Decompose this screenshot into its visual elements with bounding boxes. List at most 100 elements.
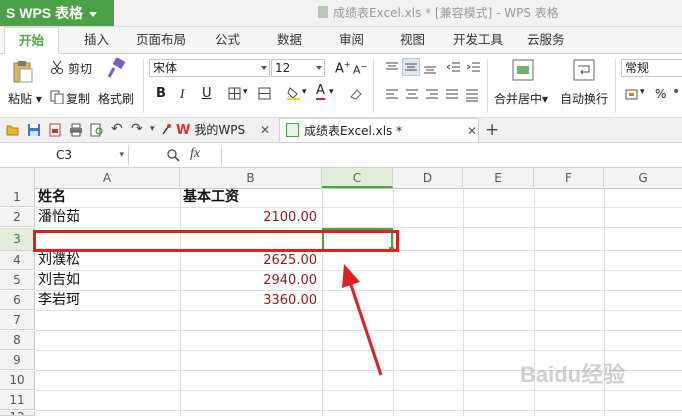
wps-app-menu-button[interactable]: S WPS 表格 bbox=[0, 0, 114, 26]
decrease-font-icon[interactable]: A− bbox=[353, 62, 367, 77]
cell-a4[interactable]: 刘濮松 bbox=[38, 251, 80, 270]
pin-icon[interactable] bbox=[160, 123, 174, 137]
increase-font-icon[interactable]: A+ bbox=[335, 60, 351, 76]
print-icon[interactable] bbox=[69, 123, 83, 137]
underline-icon[interactable]: U bbox=[202, 86, 212, 101]
column-header-a[interactable]: A bbox=[35, 168, 180, 188]
fill-color-icon[interactable] bbox=[287, 86, 301, 100]
row-header-9[interactable]: 9 bbox=[0, 351, 35, 370]
wrap-text-button[interactable]: 自动换行 bbox=[560, 90, 608, 107]
row-header-6[interactable]: 6 bbox=[0, 291, 35, 310]
save-icon[interactable] bbox=[27, 123, 41, 137]
row-header-1[interactable]: 1 bbox=[0, 188, 35, 207]
row-header-4[interactable]: 4 bbox=[0, 251, 35, 270]
justify-icon[interactable] bbox=[445, 88, 459, 102]
merge-cells-icon[interactable] bbox=[258, 87, 272, 101]
cell-b1[interactable]: 基本工资 bbox=[183, 188, 239, 207]
cell-a6[interactable]: 李岩珂 bbox=[38, 291, 80, 310]
font-size-select[interactable]: 12 bbox=[271, 59, 325, 77]
select-all-corner[interactable] bbox=[0, 168, 35, 188]
cell-b6[interactable]: 3360.00 bbox=[180, 291, 317, 310]
decrease-indent-icon[interactable] bbox=[447, 61, 461, 75]
align-center-icon[interactable] bbox=[405, 88, 419, 102]
wrap-text-icon[interactable] bbox=[573, 59, 595, 81]
align-left-icon[interactable] bbox=[385, 88, 399, 102]
align-top-icon[interactable] bbox=[385, 61, 399, 75]
cell-b4[interactable]: 2625.00 bbox=[180, 251, 317, 270]
column-header-b[interactable]: B bbox=[180, 168, 322, 188]
column-header-g[interactable]: G bbox=[604, 168, 682, 188]
row-header-10[interactable]: 10 bbox=[0, 371, 35, 390]
chevron-down-icon[interactable]: ▾ bbox=[243, 87, 248, 97]
print-preview-icon[interactable] bbox=[90, 123, 104, 137]
tab-developer[interactable]: 开发工具 bbox=[453, 27, 503, 53]
border-icon[interactable] bbox=[228, 87, 242, 101]
clear-format-icon[interactable] bbox=[349, 87, 363, 101]
distributed-align-icon[interactable] bbox=[465, 88, 479, 102]
row-header-2[interactable]: 2 bbox=[0, 208, 35, 227]
align-right-icon[interactable] bbox=[425, 88, 439, 102]
cell-a2[interactable]: 潘怡茹 bbox=[38, 208, 80, 227]
copy-button[interactable]: 复制 bbox=[66, 90, 90, 107]
tab-home[interactable]: 开始 bbox=[4, 27, 60, 54]
tab-page-layout[interactable]: 页面布局 bbox=[136, 27, 186, 53]
name-box[interactable]: C3 ▾ bbox=[0, 145, 129, 165]
currency-format-icon[interactable] bbox=[625, 88, 639, 102]
cell-b2[interactable]: 2100.00 bbox=[180, 208, 317, 227]
align-bottom-icon[interactable] bbox=[423, 61, 437, 75]
percent-button[interactable]: % bbox=[655, 87, 666, 101]
format-painter-button[interactable]: 格式刷 bbox=[98, 90, 134, 107]
align-middle-button[interactable] bbox=[402, 58, 420, 76]
row-header-3[interactable]: 3 bbox=[0, 228, 35, 251]
tab-insert[interactable]: 插入 bbox=[84, 27, 109, 53]
merge-center-icon[interactable] bbox=[512, 59, 534, 81]
row-header-12[interactable]: 12 bbox=[0, 411, 35, 416]
column-header-e[interactable]: E bbox=[463, 168, 534, 188]
cell-a5[interactable]: 刘吉如 bbox=[38, 271, 80, 290]
scissors-icon[interactable] bbox=[50, 60, 64, 74]
row-header-8[interactable]: 8 bbox=[0, 331, 35, 350]
tab-view[interactable]: 视图 bbox=[400, 27, 425, 53]
thousands-separator-icon[interactable]: • bbox=[672, 84, 680, 100]
bold-icon[interactable]: B bbox=[156, 86, 166, 101]
tab-cloud-service[interactable]: 云服务 bbox=[527, 27, 565, 53]
column-header-f[interactable]: F bbox=[534, 168, 604, 188]
redo-icon[interactable]: ↷ bbox=[131, 121, 143, 137]
copy-icon[interactable] bbox=[50, 90, 64, 104]
chevron-down-icon[interactable]: ▾ bbox=[640, 87, 645, 97]
chevron-down-icon[interactable]: ▾ bbox=[302, 87, 307, 97]
close-icon[interactable]: ✕ bbox=[260, 118, 270, 142]
cell-a1[interactable]: 姓名 bbox=[38, 188, 66, 207]
row-header-5[interactable]: 5 bbox=[0, 271, 35, 290]
chevron-down-icon[interactable]: ▾ bbox=[329, 87, 334, 97]
row-header-7[interactable]: 7 bbox=[0, 311, 35, 330]
row-header-11[interactable]: 11 bbox=[0, 391, 35, 410]
column-header-c[interactable]: C bbox=[322, 168, 393, 188]
tab-formulas[interactable]: 公式 bbox=[215, 27, 240, 53]
font-name-select[interactable]: 宋体 bbox=[149, 59, 270, 77]
doc-tab-my-wps[interactable]: W 我的WPS ✕ bbox=[176, 118, 276, 142]
doc-tab-gradebook[interactable]: 成绩表Excel.xls * ✕ bbox=[279, 118, 479, 142]
paste-icon[interactable] bbox=[12, 60, 34, 84]
column-header-d[interactable]: D bbox=[393, 168, 463, 188]
undo-icon[interactable]: ↶ bbox=[111, 121, 123, 137]
font-color-icon[interactable]: A bbox=[316, 84, 325, 100]
paste-button[interactable]: 粘贴 ▾ bbox=[8, 90, 42, 107]
cut-button[interactable]: 剪切 bbox=[68, 60, 92, 77]
tab-review[interactable]: 审阅 bbox=[339, 27, 364, 53]
open-folder-icon[interactable] bbox=[6, 123, 20, 137]
merge-center-button[interactable]: 合并居中▾ bbox=[494, 90, 548, 107]
zoom-lookup-icon[interactable] bbox=[166, 148, 180, 162]
tab-data[interactable]: 数据 bbox=[277, 27, 302, 53]
cell-b5[interactable]: 2940.00 bbox=[180, 271, 317, 290]
formula-input[interactable] bbox=[221, 145, 682, 165]
italic-icon[interactable]: I bbox=[180, 86, 184, 102]
increase-indent-icon[interactable] bbox=[467, 61, 481, 75]
format-painter-icon[interactable] bbox=[106, 58, 126, 80]
customize-chevron-icon[interactable]: ▾ bbox=[150, 124, 155, 134]
close-icon[interactable]: ✕ bbox=[467, 119, 477, 143]
number-format-select[interactable]: 常规 bbox=[621, 59, 682, 77]
insert-function-icon[interactable]: fx bbox=[190, 146, 200, 162]
new-tab-plus-icon[interactable]: + bbox=[485, 118, 499, 142]
export-pdf-icon[interactable] bbox=[48, 123, 62, 137]
